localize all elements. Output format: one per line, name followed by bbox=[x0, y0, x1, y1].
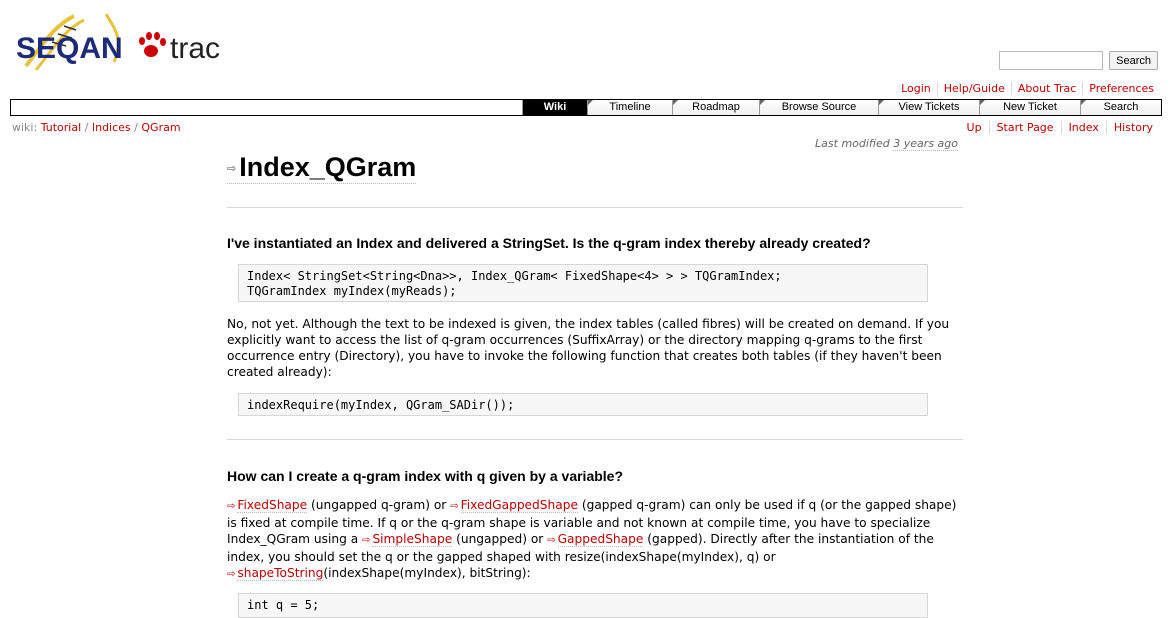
last-modified: Last modified 3 years ago bbox=[815, 137, 958, 151]
breadcrumb-tutorial[interactable]: Tutorial bbox=[41, 121, 81, 134]
tab-wiki[interactable]: Wiki bbox=[522, 100, 587, 115]
divider bbox=[227, 439, 963, 440]
breadcrumb-qgram[interactable]: QGram bbox=[141, 121, 180, 134]
text: (ungapped) or bbox=[452, 532, 548, 546]
header-search: Search bbox=[999, 51, 1158, 70]
code-block: indexRequire(myIndex, QGram_SADir()); bbox=[238, 393, 928, 416]
code-line: Index< StringSet<String<Dna>>, Index_QGr… bbox=[247, 269, 782, 283]
login-link[interactable]: Login bbox=[895, 82, 937, 95]
about-trac-link[interactable]: About Trac bbox=[1010, 82, 1083, 95]
search-input[interactable] bbox=[999, 51, 1104, 70]
breadcrumb-sep: / bbox=[84, 121, 89, 134]
preferences-link[interactable]: Preferences bbox=[1082, 82, 1160, 95]
page-title-text: Index_QGram bbox=[239, 152, 417, 182]
logo-seqan-text: SEQAN bbox=[16, 32, 123, 65]
tab-view-tickets[interactable]: View Tickets bbox=[878, 100, 979, 115]
page-title[interactable]: ⇨ Index_QGram bbox=[227, 150, 417, 184]
code-block: int q = 5; bbox=[238, 593, 928, 618]
breadcrumb-prefix: wiki: bbox=[12, 121, 38, 134]
tab-roadmap[interactable]: Roadmap bbox=[672, 100, 759, 115]
code-block: Index< StringSet<String<Dna>>, Index_QGr… bbox=[238, 264, 928, 302]
tab-timeline[interactable]: Timeline bbox=[587, 100, 672, 115]
question-heading: How can I create a q-gram index with q g… bbox=[227, 468, 624, 484]
tab-browse-source[interactable]: Browse Source bbox=[759, 100, 878, 115]
wiki-link-icon: ⇨ bbox=[450, 501, 459, 512]
shapetostring-link[interactable]: shapeToString bbox=[237, 566, 324, 581]
wiki-link-icon: ⇨ bbox=[227, 163, 237, 176]
seqan-trac-logo[interactable]: SEQAN trac bbox=[14, 8, 234, 71]
search-button[interactable]: Search bbox=[1109, 51, 1158, 70]
up-link[interactable]: Up bbox=[960, 121, 989, 134]
question-heading: I've instantiated an Index and delivered… bbox=[227, 235, 871, 251]
breadcrumb-indices[interactable]: Indices bbox=[92, 121, 131, 134]
last-modified-age-link[interactable]: 3 years ago bbox=[893, 137, 958, 151]
help-guide-link[interactable]: Help/Guide bbox=[936, 82, 1011, 95]
wiki-content: ⇨ Index_QGram I've instantiated an Index … bbox=[227, 150, 963, 618]
start-page-link[interactable]: Start Page bbox=[988, 121, 1061, 134]
text: (ungapped q-gram) or bbox=[307, 498, 451, 512]
text: (indexShape(myIndex), bitString): bbox=[323, 566, 531, 580]
answer-paragraph: No, not yet. Although the text to be ind… bbox=[227, 317, 950, 379]
wiki-link-icon: ⇨ bbox=[362, 535, 371, 546]
paw-icon bbox=[139, 32, 166, 57]
code-line: indexRequire(myIndex, QGram_SADir()); bbox=[247, 398, 515, 412]
wiki-link-icon: ⇨ bbox=[547, 535, 556, 546]
logo-trac-text: trac bbox=[170, 32, 220, 65]
wiki-link-icon: ⇨ bbox=[227, 501, 236, 512]
answer-paragraph: ⇨ FixedShape (ungapped q-gram) or ⇨ FixedG… bbox=[227, 497, 963, 583]
simpleshape-link[interactable]: SimpleShape bbox=[372, 532, 453, 547]
breadcrumb: wiki: Tutorial / Indices / QGram bbox=[12, 121, 181, 134]
tab-new-ticket[interactable]: New Ticket bbox=[979, 100, 1080, 115]
main-nav: Wiki Timeline Roadmap Browse Source View… bbox=[10, 99, 1162, 116]
fixedgappedshape-link[interactable]: FixedGappedShape bbox=[460, 498, 578, 513]
fixedshape-link[interactable]: FixedShape bbox=[237, 498, 308, 513]
history-link[interactable]: History bbox=[1105, 121, 1160, 134]
divider bbox=[227, 207, 963, 208]
code-line: TQGramIndex myIndex(myReads); bbox=[247, 284, 457, 298]
gappedshape-link[interactable]: GappedShape bbox=[557, 532, 644, 547]
last-modified-label: Last modified bbox=[815, 137, 890, 150]
tab-search[interactable]: Search bbox=[1080, 100, 1161, 115]
breadcrumb-sep: / bbox=[134, 121, 138, 134]
context-nav: Up Start Page Index History bbox=[960, 121, 1160, 134]
meta-nav: Login Help/Guide About Trac Preferences bbox=[895, 82, 1160, 95]
index-link[interactable]: Index bbox=[1060, 121, 1106, 134]
wiki-link-icon: ⇨ bbox=[227, 569, 236, 580]
